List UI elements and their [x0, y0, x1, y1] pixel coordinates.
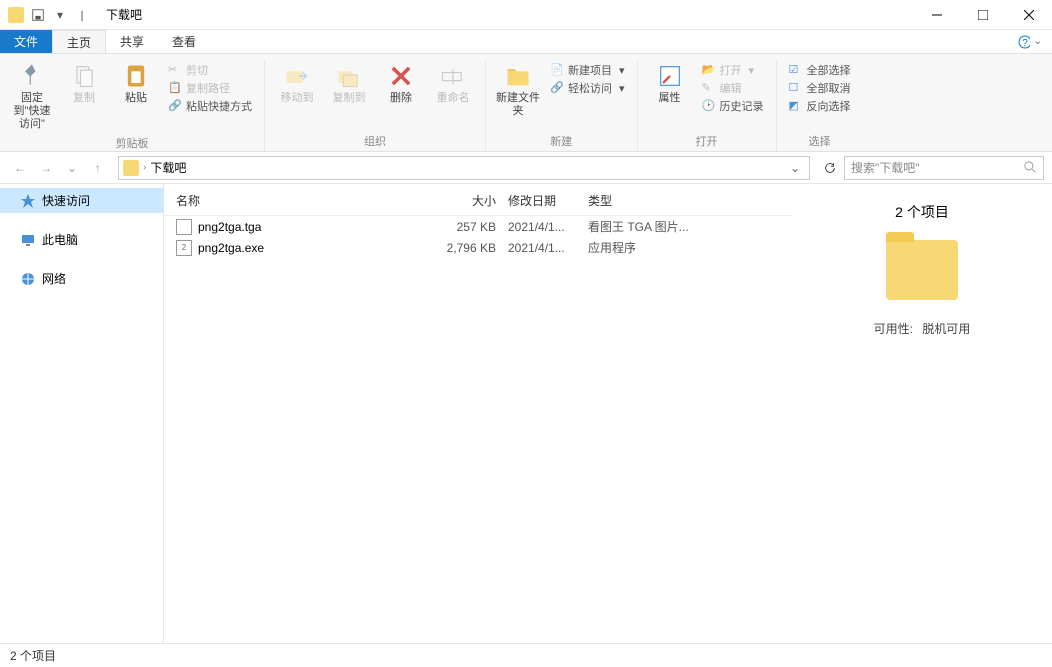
search-input[interactable]: 搜索"下载吧" — [844, 156, 1044, 180]
help-icon[interactable]: ? ⌄ — [1018, 30, 1042, 53]
invert-selection-button[interactable]: ◩反向选择 — [789, 98, 851, 114]
file-icon — [176, 219, 192, 235]
chevron-right-icon: › — [143, 162, 146, 173]
delete-button[interactable]: 删除 — [377, 60, 425, 107]
tab-home[interactable]: 主页 — [52, 30, 106, 53]
tab-file[interactable]: 文件 — [0, 30, 52, 53]
address-input[interactable]: › 下载吧 ⌄ — [118, 156, 810, 180]
easy-access-button[interactable]: 🔗轻松访问▾ — [550, 80, 625, 96]
ribbon-group-select: ☑全部选择 ☐全部取消 ◩反向选择 选择 — [777, 60, 863, 151]
app-folder-icon — [8, 7, 24, 23]
address-path: 下载吧 — [150, 159, 186, 176]
ribbon-group-organize: 移动到 复制到 删除 重命名 组织 — [265, 60, 486, 151]
paste-button[interactable]: 粘贴 — [112, 60, 160, 107]
nav-recent-button[interactable]: ⌄ — [60, 156, 84, 180]
qat-save-icon[interactable] — [30, 7, 46, 23]
open-button[interactable]: 📂打开▾ — [702, 62, 764, 78]
paste-shortcut-button[interactable]: 🔗粘贴快捷方式 — [168, 98, 252, 114]
refresh-button[interactable] — [818, 156, 842, 180]
column-size[interactable]: 大小 — [428, 192, 508, 209]
copy-to-button[interactable]: 复制到 — [325, 60, 373, 107]
tab-view[interactable]: 查看 — [158, 30, 210, 53]
maximize-button[interactable] — [960, 0, 1006, 30]
preview-folder-icon — [886, 240, 958, 300]
history-button[interactable]: 🕑历史记录 — [702, 98, 764, 114]
file-list[interactable]: 名称 大小 修改日期 类型 png2tga.tga 257 KB 2021/4/… — [164, 184, 792, 643]
edit-button[interactable]: ✎编辑 — [702, 80, 764, 96]
sidebar-item-network[interactable]: 网络 — [0, 266, 163, 291]
column-date[interactable]: 修改日期 — [508, 192, 588, 209]
navigation-pane: 快速访问 此电脑 网络 — [0, 184, 164, 643]
qat-separator: | — [74, 7, 90, 23]
qat-dropdown-icon[interactable]: ▾ — [52, 7, 68, 23]
main-area: 名称 大小 修改日期 类型 png2tga.tga 257 KB 2021/4/… — [164, 184, 1052, 643]
group-label-new: 新建 — [550, 133, 572, 149]
preview-availability: 可用性: 脱机可用 — [874, 320, 971, 337]
ribbon-group-new: 新建文件夹 📄新建项目▾ 🔗轻松访问▾ 新建 — [486, 60, 638, 151]
preview-count: 2 个项目 — [895, 202, 949, 222]
group-label-clipboard: 剪贴板 — [116, 135, 149, 151]
svg-text:?: ? — [1022, 38, 1028, 49]
pin-button[interactable]: 固定到"快速访问" — [8, 60, 56, 133]
select-none-button[interactable]: ☐全部取消 — [789, 80, 851, 96]
column-headers: 名称 大小 修改日期 类型 — [164, 188, 792, 216]
copy-button[interactable]: 复制 — [60, 60, 108, 107]
rename-button[interactable]: 重命名 — [429, 60, 477, 107]
column-type[interactable]: 类型 — [588, 192, 792, 209]
status-text: 2 个项目 — [10, 647, 56, 664]
file-row[interactable]: 2 png2tga.exe 2,796 KB 2021/4/1... 应用程序 — [164, 237, 792, 258]
ribbon-tabs: 文件 主页 共享 查看 ? ⌄ — [0, 30, 1052, 54]
search-icon — [1024, 161, 1037, 174]
minimize-button[interactable] — [914, 0, 960, 30]
group-label-organize: 组织 — [364, 133, 386, 149]
tab-share[interactable]: 共享 — [106, 30, 158, 53]
search-placeholder: 搜索"下载吧" — [851, 159, 920, 176]
ribbon-group-open: 属性 📂打开▾ ✎编辑 🕑历史记录 打开 — [638, 60, 777, 151]
group-label-open: 打开 — [696, 133, 718, 149]
file-row[interactable]: png2tga.tga 257 KB 2021/4/1... 看图王 TGA 图… — [164, 216, 792, 237]
group-label-select: 选择 — [809, 133, 831, 149]
window-title: 下载吧 — [106, 6, 142, 23]
close-button[interactable] — [1006, 0, 1052, 30]
column-name[interactable]: 名称 — [176, 192, 428, 209]
properties-button[interactable]: 属性 — [646, 60, 694, 107]
file-icon: 2 — [176, 240, 192, 256]
sidebar-item-quick-access[interactable]: 快速访问 — [0, 188, 163, 213]
title-bar: ▾ | 下载吧 — [0, 0, 1052, 30]
sidebar-item-this-pc[interactable]: 此电脑 — [0, 227, 163, 252]
content-area: 快速访问 此电脑 网络 名称 大小 修改日期 类型 png2tga.tga 25… — [0, 184, 1052, 643]
ribbon-group-clipboard: 固定到"快速访问" 复制 粘贴 ✂剪切 📋复制路径 🔗粘贴快捷方式 剪贴板 — [0, 60, 265, 151]
select-all-button[interactable]: ☑全部选择 — [789, 62, 851, 78]
nav-up-button[interactable]: ↑ — [86, 156, 110, 180]
address-dropdown-icon[interactable]: ⌄ — [785, 161, 805, 175]
move-to-button[interactable]: 移动到 — [273, 60, 321, 107]
copy-path-button[interactable]: 📋复制路径 — [168, 80, 252, 96]
cut-button[interactable]: ✂剪切 — [168, 62, 252, 78]
new-item-button[interactable]: 📄新建项目▾ — [550, 62, 625, 78]
ribbon: 固定到"快速访问" 复制 粘贴 ✂剪切 📋复制路径 🔗粘贴快捷方式 剪贴板 移动… — [0, 54, 1052, 152]
nav-back-button[interactable]: ← — [8, 156, 32, 180]
address-bar: ← → ⌄ ↑ › 下载吧 ⌄ 搜索"下载吧" — [0, 152, 1052, 184]
address-folder-icon — [123, 160, 139, 176]
new-folder-button[interactable]: 新建文件夹 — [494, 60, 542, 120]
preview-pane: 2 个项目 可用性: 脱机可用 — [792, 184, 1052, 643]
nav-forward-button[interactable]: → — [34, 156, 58, 180]
status-bar: 2 个项目 — [0, 643, 1052, 667]
